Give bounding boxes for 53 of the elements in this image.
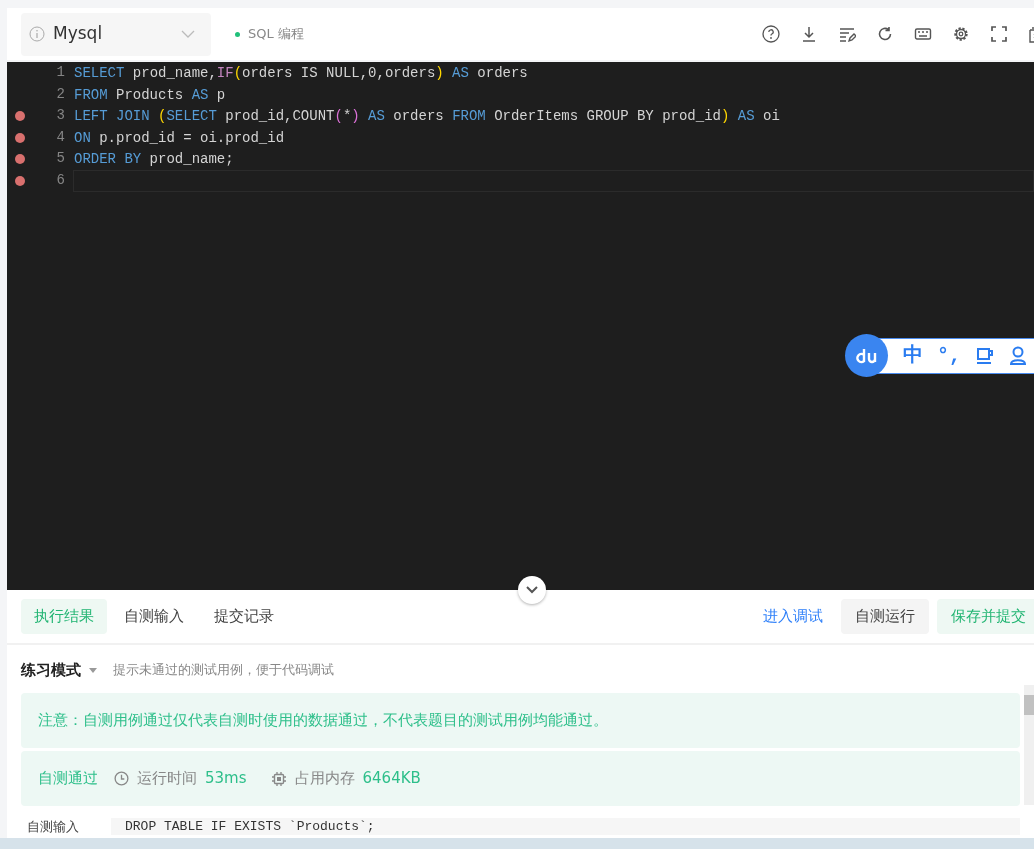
keyboard-icon[interactable] bbox=[914, 25, 932, 43]
code-editor[interactable] bbox=[7, 62, 1034, 590]
notice-text: 注意：自测用例通过仅代表自测时使用的数据通过，不代表题目的测试用例均能通过。 bbox=[21, 692, 1020, 749]
scrollbar[interactable] bbox=[1024, 685, 1034, 805]
mode-label: SQL 编程 bbox=[248, 25, 304, 44]
result-tab[interactable]: 提交记录 bbox=[201, 599, 287, 634]
language-value: Mysql bbox=[53, 22, 103, 46]
user-icon[interactable] bbox=[1009, 345, 1027, 366]
refresh-icon[interactable] bbox=[876, 25, 894, 43]
result-status: 自测通过 bbox=[38, 768, 98, 790]
help-icon[interactable] bbox=[762, 25, 780, 43]
line-number: 6 bbox=[55, 170, 65, 190]
code-line: FROM Products AS p bbox=[73, 85, 227, 105]
ime-button[interactable]: 中 bbox=[903, 340, 923, 371]
code-line: ORDER BY prod_name; bbox=[73, 150, 235, 170]
memory-label: 占用内存 bbox=[294, 768, 355, 790]
mode-selector[interactable]: 练习模式 bbox=[21, 659, 81, 682]
status-dot bbox=[235, 31, 240, 37]
fullscreen-icon[interactable] bbox=[990, 25, 1008, 43]
run-button[interactable]: 自测运行 bbox=[841, 599, 929, 634]
breakpoint-dot[interactable] bbox=[15, 154, 25, 165]
cup-icon[interactable] bbox=[975, 345, 995, 366]
result-tab[interactable]: 自测输入 bbox=[111, 599, 197, 634]
code-line: ON p.prod_id = oi.prod_id bbox=[73, 128, 286, 148]
line-number: 3 bbox=[55, 106, 65, 126]
line-number: 2 bbox=[55, 84, 65, 104]
ime-logo-icon[interactable] bbox=[845, 334, 888, 377]
chevron-down-icon bbox=[526, 586, 538, 594]
language-dropdown[interactable]: Mysql bbox=[21, 12, 211, 56]
memory-value: 6464KB bbox=[362, 768, 421, 790]
info-icon bbox=[29, 26, 45, 42]
line-number: 4 bbox=[55, 127, 65, 147]
hint-text: 提示未通过的测试用例，便于代码调试 bbox=[113, 660, 334, 679]
line-number: 5 bbox=[55, 149, 65, 169]
chevron-down-icon bbox=[181, 30, 195, 38]
format-icon[interactable] bbox=[838, 25, 856, 43]
input-field[interactable]: DROP TABLE IF EXISTS `Products`; bbox=[111, 817, 1020, 835]
caret-icon[interactable] bbox=[89, 667, 97, 673]
input-label: 自测输入 bbox=[26, 817, 80, 835]
line-number: 1 bbox=[55, 63, 65, 82]
breakpoint-dot[interactable] bbox=[15, 175, 25, 186]
settings-icon[interactable] bbox=[952, 25, 970, 43]
download-icon[interactable] bbox=[800, 25, 818, 43]
ime-button[interactable]: °, bbox=[937, 340, 961, 371]
time-value: 53ms bbox=[205, 768, 247, 790]
debug-link[interactable]: 进入调试 bbox=[753, 599, 833, 634]
code-line: LEFT JOIN (SELECT prod_id,COUNT(*) AS orders FROM OrderItems GROUP BY prod_id) AS oi bbox=[73, 107, 781, 127]
code-line: SELECT prod_name,IF(orders IS NULL,0,orders) AS orders bbox=[73, 64, 529, 83]
time-label: 运行时间 bbox=[137, 768, 197, 790]
chip-icon bbox=[270, 770, 287, 787]
breakpoint-dot[interactable] bbox=[15, 132, 25, 143]
breakpoint-dot[interactable] bbox=[15, 111, 25, 121]
clock-icon bbox=[114, 771, 129, 786]
